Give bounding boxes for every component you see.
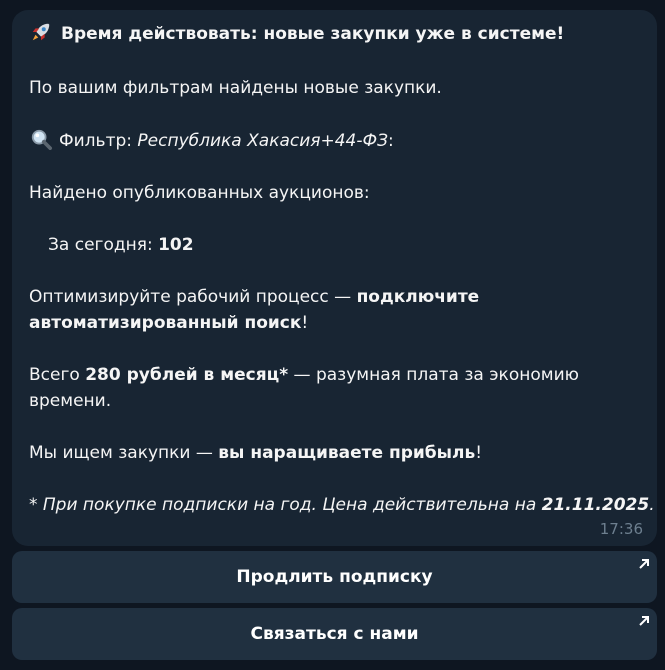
found-label: Найдено опубликованных аукционов: <box>29 183 370 203</box>
filter-value: Республика Хакасия+44-ФЗ <box>137 131 389 151</box>
rocket-icon <box>32 23 50 41</box>
intro-text: По вашим фильтрам найдены новые закупки. <box>29 78 442 98</box>
today-label: За сегодня: <box>48 235 159 255</box>
contact-us-button[interactable]: Связаться с нами <box>12 608 657 660</box>
price-prefix: Всего <box>29 365 86 385</box>
message-title-line: Время действовать: новые закупки уже в с… <box>29 21 641 47</box>
message-time: 17:36 <box>599 520 643 538</box>
footnote-line: * При покупке подписки на год. Цена дейс… <box>29 492 655 518</box>
optimize-text: Оптимизируйте рабочий процесс — <box>29 287 357 307</box>
price-bold: 280 рублей в месяц* <box>85 365 289 385</box>
today-count: 102 <box>158 235 194 255</box>
message-title: Время действовать: новые закупки уже в с… <box>61 24 565 44</box>
filter-label: Фильтр: <box>59 131 138 151</box>
footnote-prefix: * При покупке подписки на год. Цена дейс… <box>29 495 542 515</box>
filter-line: Фильтр: Республика Хакасия+44-ФЗ: <box>29 128 641 154</box>
search-end: ! <box>475 443 483 463</box>
footnote-date: 21.11.2025 <box>541 495 650 515</box>
magnifying-glass-icon <box>31 129 52 150</box>
chat-area: Время действовать: новые закупки уже в с… <box>0 0 665 670</box>
today-line: За сегодня: 102 <box>48 232 641 258</box>
filter-colon: : <box>388 131 394 151</box>
search-line: Мы ищем закупки — вы наращиваете прибыль… <box>29 440 641 466</box>
search-prefix: Мы ищем закупки — <box>29 443 219 463</box>
arrow-up-right-icon <box>639 559 649 569</box>
price-paragraph: Всего 280 рублей в месяц* — разумная пла… <box>29 362 641 414</box>
contact-us-label: Связаться с нами <box>250 624 419 644</box>
optimize-end: ! <box>301 313 309 333</box>
arrow-up-right-icon <box>639 616 649 626</box>
renew-subscription-label: Продлить подписку <box>236 567 433 587</box>
footnote-end: . <box>649 495 655 515</box>
renew-subscription-button[interactable]: Продлить подписку <box>12 551 657 603</box>
search-bold: вы наращиваете прибыль <box>218 443 476 463</box>
message-bubble: Время действовать: новые закупки уже в с… <box>12 10 657 546</box>
optimize-paragraph: Оптимизируйте рабочий процесс — подключи… <box>29 284 641 336</box>
